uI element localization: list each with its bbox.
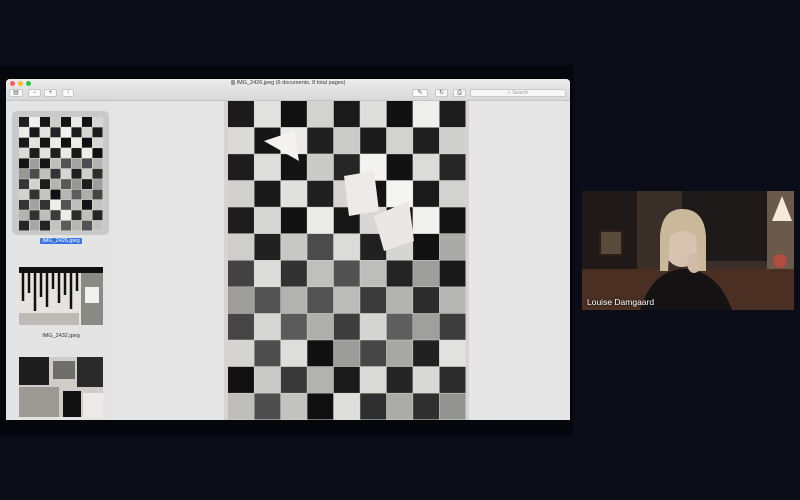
zoom-in-icon[interactable]: + [44, 89, 57, 97]
thumbnail-1[interactable] [19, 117, 103, 231]
preview-window: IMG_2426.jpeg (6 documents, 8 total page… [6, 79, 570, 420]
participant-video[interactable]: Louise Damgaard [582, 191, 794, 310]
document-icon [230, 80, 235, 85]
thumbnail-3[interactable] [19, 357, 103, 417]
sidebar-toggle-icon[interactable]: ▤ [9, 89, 23, 97]
thumbnail-1-image [19, 117, 103, 231]
share-icon[interactable]: ↑ [62, 89, 74, 97]
titlebar: IMG_2426.jpeg (6 documents, 8 total page… [6, 79, 570, 101]
thumbnail-3-image [19, 357, 103, 417]
collage-image [224, 101, 469, 420]
zoom-out-icon[interactable]: − [28, 89, 41, 97]
thumbnail-2-image [19, 267, 103, 325]
thumbnail-sidebar: IMG_2426.jpeg IMG_2432.jpeg [6, 101, 116, 420]
search-icon: ⌕ [507, 90, 511, 96]
participant-video-image [582, 191, 794, 310]
document-canvas [116, 101, 570, 420]
window-title: IMG_2426.jpeg (6 documents, 8 total page… [236, 80, 346, 86]
search-input[interactable]: ⌕ Search [470, 89, 566, 97]
participant-name: Louise Damgaard [587, 297, 655, 307]
thumbnail-2[interactable] [19, 267, 103, 325]
main-image[interactable] [224, 101, 469, 420]
print-icon[interactable]: ⎙ [453, 89, 466, 97]
thumbnail-label-1[interactable]: IMG_2426.jpeg [40, 238, 82, 244]
markup-icon[interactable]: ✎ [412, 89, 428, 97]
rotate-icon[interactable]: ↻ [435, 89, 448, 97]
search-placeholder: Search [512, 90, 529, 96]
thumbnail-label-2[interactable]: IMG_2432.jpeg [6, 333, 116, 339]
